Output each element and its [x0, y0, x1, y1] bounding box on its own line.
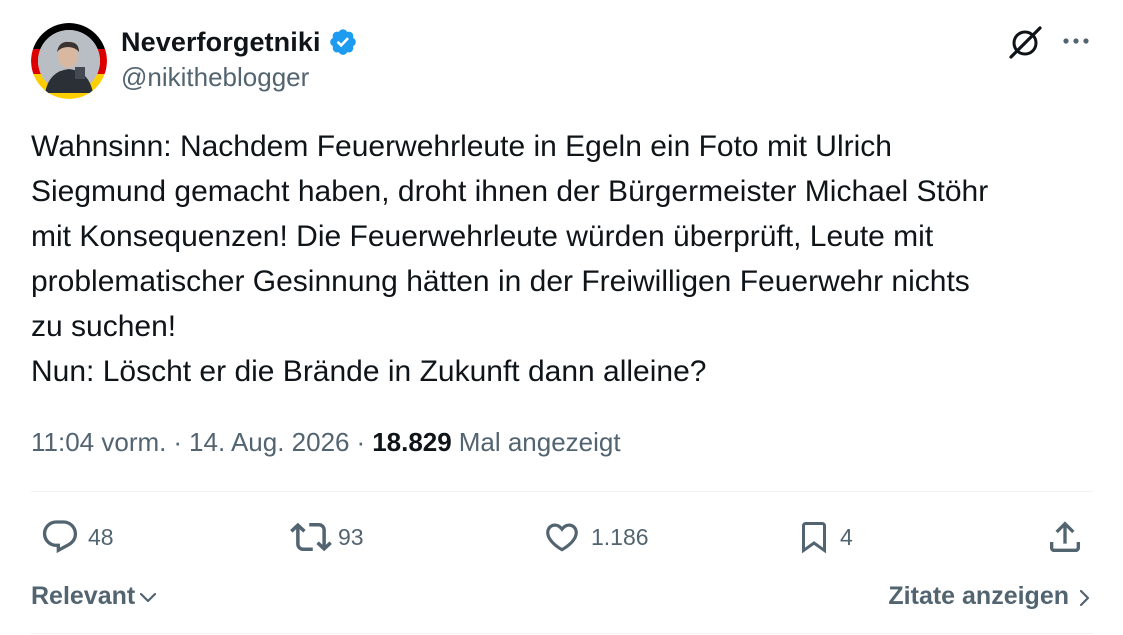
- tweet-meta: 11:04 vorm. · 14. Aug. 2026 · 18.829 Mal…: [31, 424, 621, 460]
- chevron-down-icon: [140, 592, 157, 603]
- bookmark-count: 4: [840, 523, 853, 550]
- meta-separator: ·: [356, 426, 366, 457]
- repost-count: 93: [338, 523, 364, 550]
- avatar[interactable]: [31, 23, 107, 99]
- more-options-icon[interactable]: [1059, 28, 1093, 54]
- tweet-date[interactable]: 14. Aug. 2026: [189, 427, 349, 458]
- divider: [31, 491, 1093, 492]
- repost-icon: [290, 522, 332, 552]
- tweet-text: Wahnsinn: Nachdem Feuerwehrleute in Egel…: [31, 130, 989, 388]
- divider: [31, 633, 1093, 634]
- avatar-image: [31, 23, 107, 99]
- chevron-right-icon: [1079, 589, 1090, 606]
- heart-icon: [546, 523, 578, 552]
- bookmark-icon: [802, 522, 826, 554]
- views-count[interactable]: 18.829: [372, 427, 452, 458]
- share-button[interactable]: [1045, 516, 1085, 558]
- sort-label: Relevant: [31, 581, 136, 610]
- author-display-name[interactable]: Neverforgetniki: [121, 27, 321, 58]
- grok-icon[interactable]: [1005, 22, 1045, 62]
- reply-icon: [42, 520, 78, 554]
- share-icon: [1050, 521, 1080, 552]
- reply-count: 48: [88, 523, 114, 550]
- repost-button[interactable]: 93: [290, 516, 364, 558]
- like-button[interactable]: 1.186: [543, 516, 649, 558]
- author-name-row: Neverforgetniki: [121, 24, 358, 60]
- author-handle[interactable]: @nikitheblogger: [121, 62, 309, 93]
- meta-separator: ·: [173, 426, 183, 457]
- tweet-time[interactable]: 11:04 vorm.: [31, 427, 166, 458]
- quotes-label: Zitate anzeigen: [888, 581, 1069, 610]
- verified-badge-icon[interactable]: [328, 27, 358, 57]
- reply-button[interactable]: 48: [40, 516, 114, 558]
- like-count: 1.186: [591, 523, 649, 550]
- sort-relevant-dropdown[interactable]: Relevant: [31, 578, 158, 614]
- bookmark-button[interactable]: 4: [796, 516, 853, 558]
- views-label: Mal angezeigt: [458, 426, 621, 457]
- view-quotes-link[interactable]: Zitate anzeigen: [888, 578, 1092, 614]
